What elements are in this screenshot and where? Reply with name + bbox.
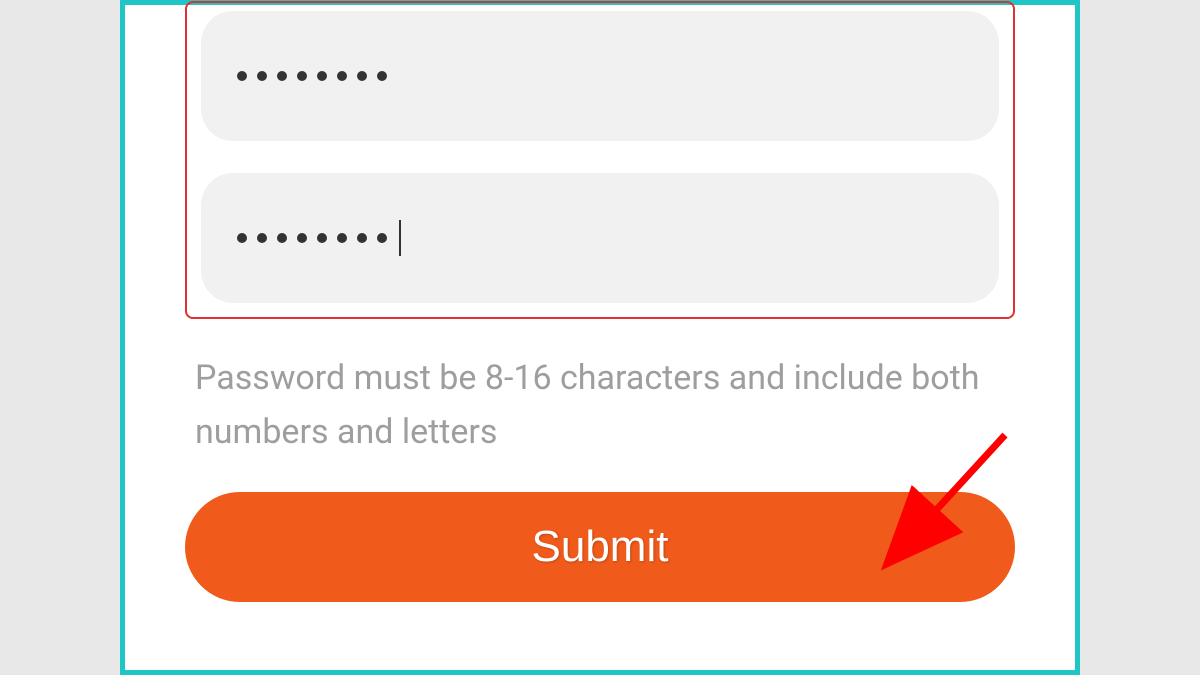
password-hint-text: Password must be 8-16 characters and inc… — [195, 351, 1005, 460]
password-mask — [237, 71, 387, 81]
confirm-password-mask — [237, 220, 401, 256]
submit-button[interactable]: Submit — [185, 492, 1015, 602]
password-fields-highlight — [185, 1, 1015, 319]
form-container: Password must be 8-16 characters and inc… — [120, 0, 1080, 675]
password-input[interactable] — [201, 11, 999, 141]
confirm-password-input[interactable] — [201, 173, 999, 303]
text-cursor — [399, 220, 401, 256]
